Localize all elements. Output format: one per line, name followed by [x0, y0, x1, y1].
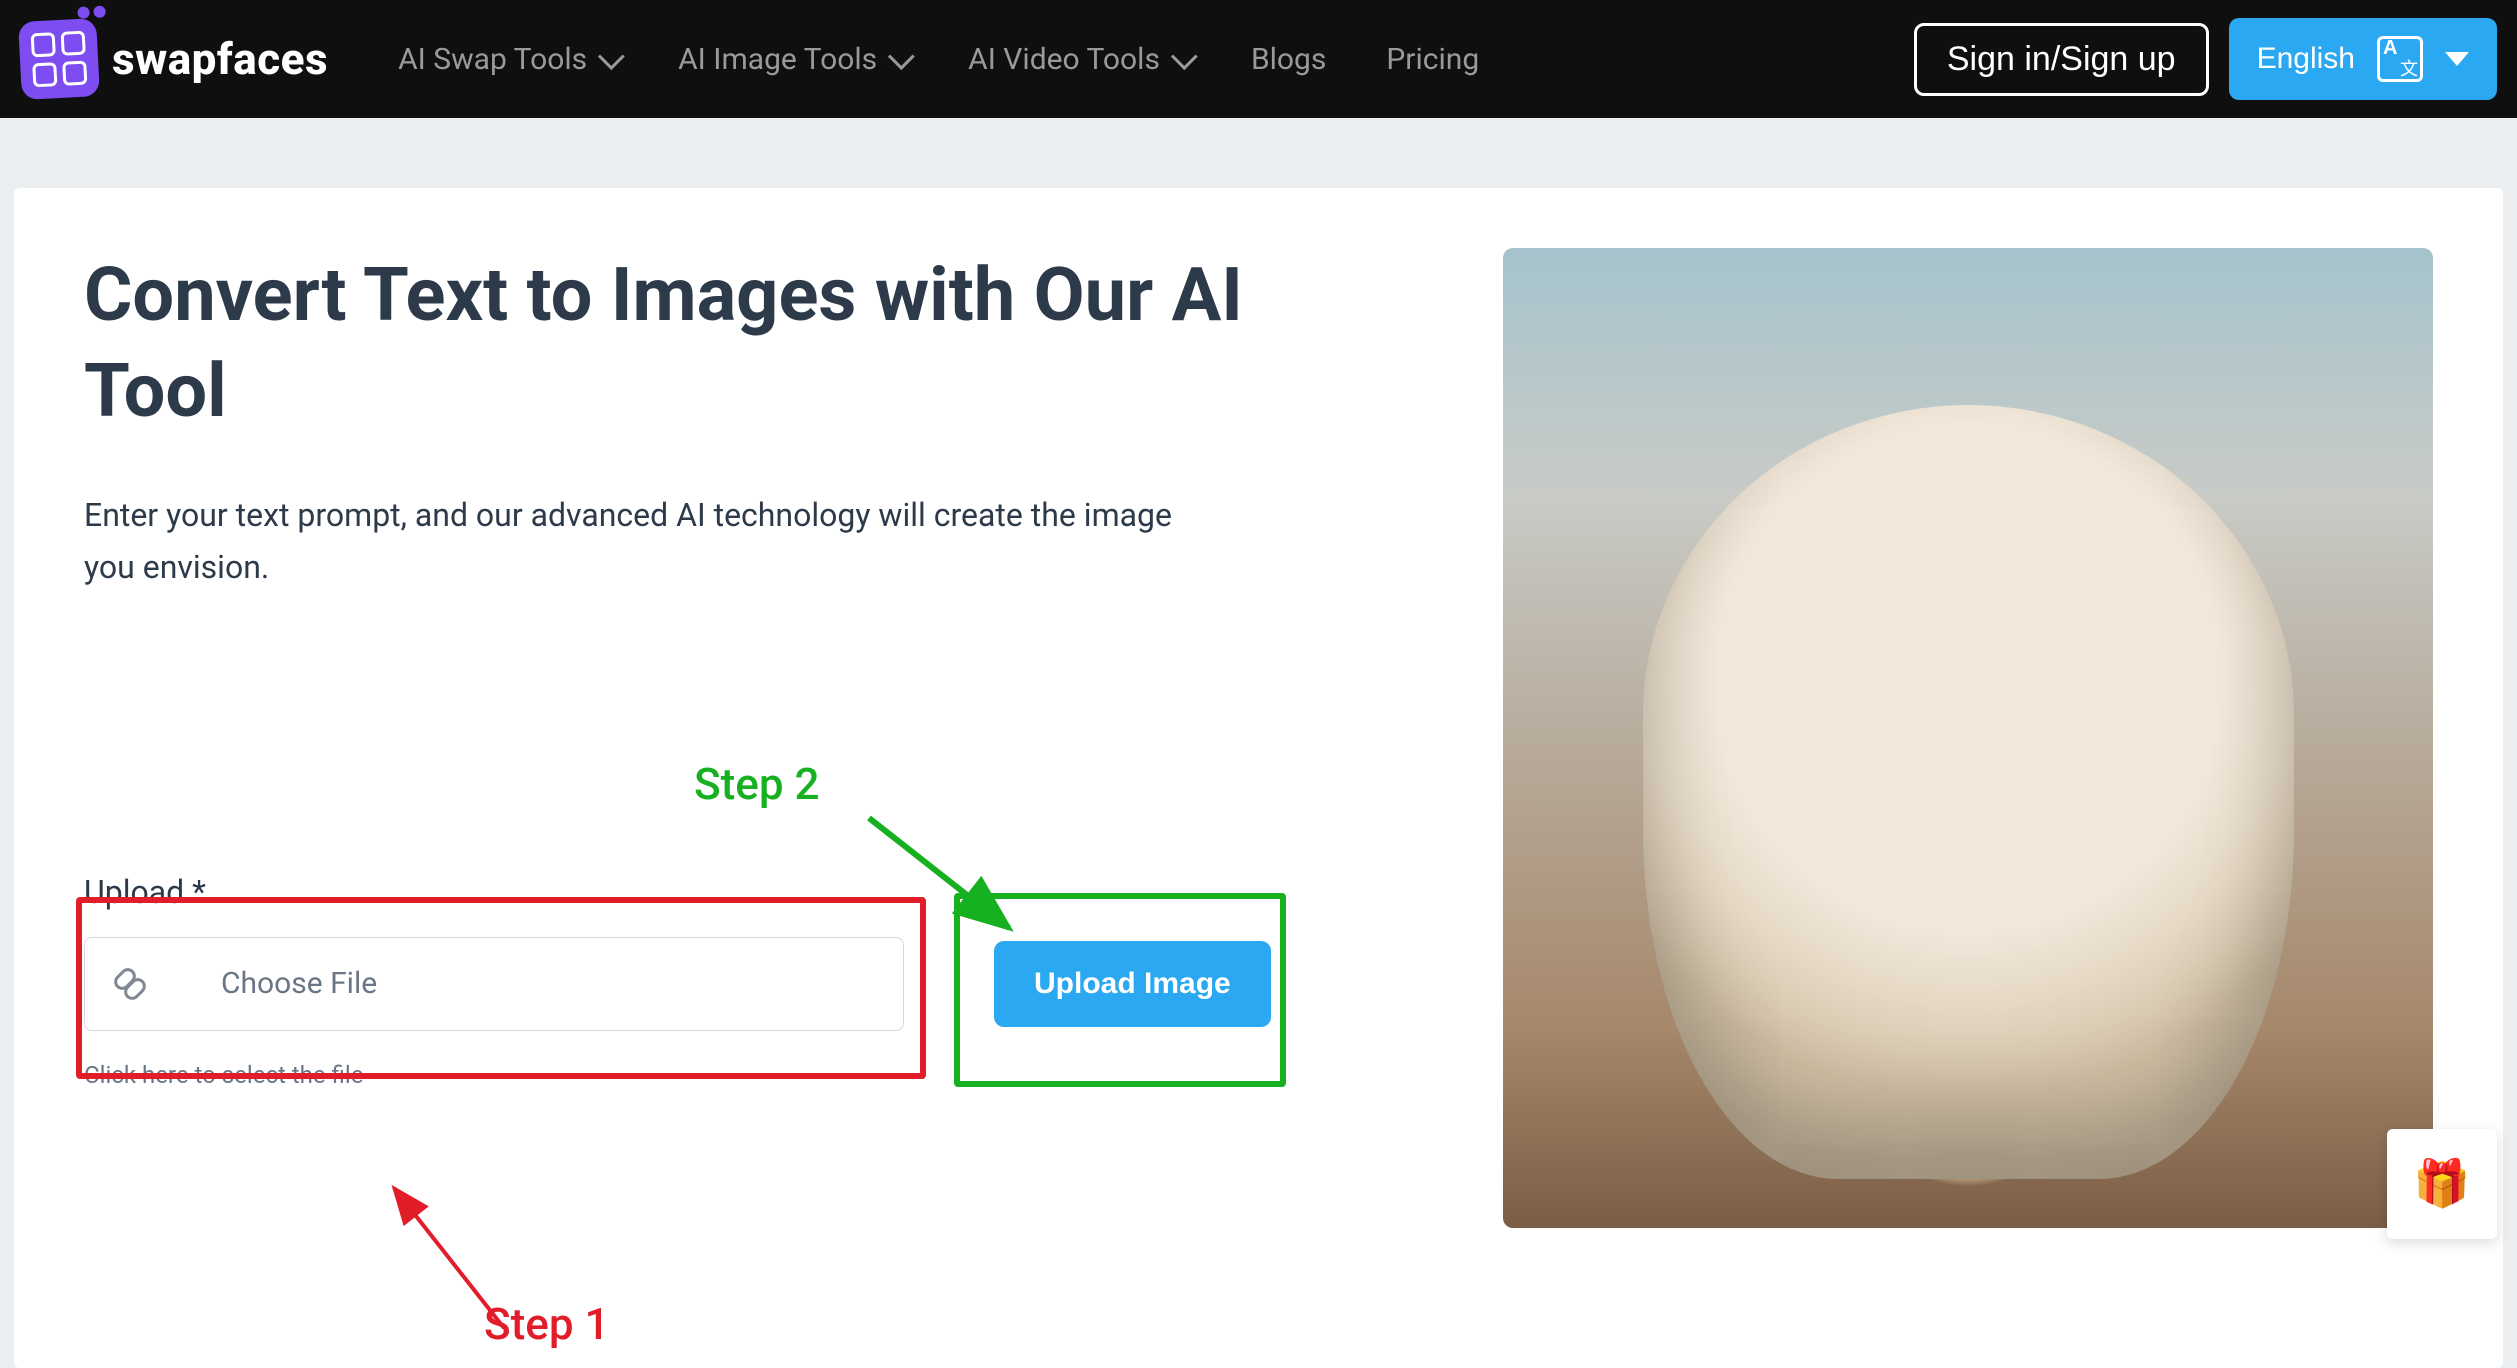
- language-label: English: [2257, 42, 2355, 76]
- chevron-down-icon: [598, 43, 625, 70]
- brand-name: swapfaces: [112, 33, 328, 85]
- nav-right: Sign in/Sign up English: [1914, 18, 2497, 100]
- nav-menu: AI Swap Tools AI Image Tools AI Video To…: [398, 42, 1479, 77]
- page-subtitle: Enter your text prompt, and our advanced…: [84, 490, 1184, 592]
- upload-image-button[interactable]: Upload Image: [994, 941, 1271, 1027]
- upload-label: Upload *: [84, 873, 1364, 911]
- nav-ai-swap-tools[interactable]: AI Swap Tools: [398, 42, 618, 77]
- brand-logo[interactable]: swapfaces: [20, 20, 328, 98]
- translate-icon: [2377, 36, 2423, 82]
- left-column: Convert Text to Images with Our AI Tool …: [14, 248, 1434, 1228]
- chevron-down-icon: [888, 43, 915, 70]
- nav-item-label: AI Video Tools: [968, 42, 1160, 77]
- nav-ai-image-tools[interactable]: AI Image Tools: [678, 42, 908, 77]
- file-picker-label: Choose File: [221, 966, 377, 1001]
- annotation-step2-label: Step 2: [694, 758, 820, 810]
- gift-icon: 🎁: [2413, 1157, 2470, 1211]
- signin-button[interactable]: Sign in/Sign up: [1914, 23, 2209, 96]
- nav-blogs[interactable]: Blogs: [1251, 42, 1326, 77]
- navbar: swapfaces AI Swap Tools AI Image Tools A…: [0, 0, 2517, 118]
- upload-row: Choose File Upload Image: [84, 937, 1364, 1031]
- nav-item-label: AI Swap Tools: [398, 42, 587, 77]
- brand-logo-icon: [18, 18, 100, 100]
- file-picker[interactable]: Choose File: [84, 937, 904, 1031]
- annotation-step1-label: Step 1: [484, 1298, 610, 1350]
- chevron-down-icon: [1171, 43, 1198, 70]
- page-title: Convert Text to Images with Our AI Tool: [84, 248, 1364, 440]
- nav-pricing[interactable]: Pricing: [1386, 42, 1479, 77]
- nav-item-label: Pricing: [1386, 42, 1479, 77]
- annotation-step1-arrow: [374, 1168, 574, 1338]
- main-card: Convert Text to Images with Our AI Tool …: [14, 188, 2503, 1368]
- gift-widget[interactable]: 🎁: [2387, 1129, 2497, 1239]
- language-selector[interactable]: English: [2229, 18, 2497, 100]
- nav-ai-video-tools[interactable]: AI Video Tools: [968, 42, 1191, 77]
- nav-item-label: AI Image Tools: [678, 42, 877, 77]
- nav-item-label: Blogs: [1251, 42, 1326, 77]
- right-column: [1503, 248, 2503, 1228]
- hero-image: [1503, 248, 2433, 1228]
- upload-helper: Click here to select the file: [84, 1061, 1364, 1089]
- chevron-down-icon: [2445, 52, 2469, 66]
- link-icon: [113, 967, 147, 1001]
